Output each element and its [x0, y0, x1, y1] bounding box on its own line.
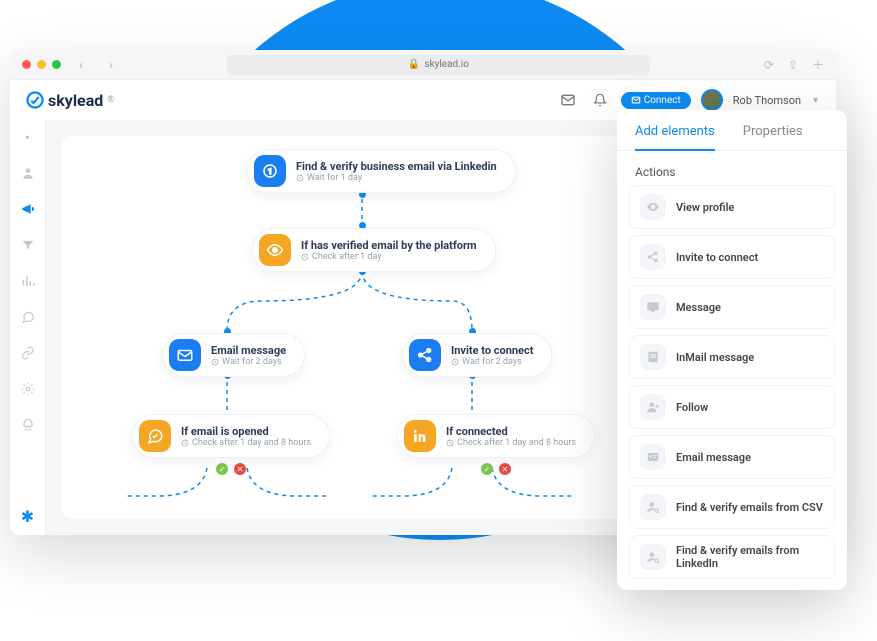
node-if-verified[interactable]: If has verified email by the platformChe…: [252, 228, 496, 272]
sidebar: • ✱: [10, 120, 46, 535]
mail-icon[interactable]: [557, 89, 579, 111]
url-text: skylead.io: [424, 59, 469, 70]
action-invite-connect[interactable]: Invite to connect: [629, 235, 835, 279]
sidebar-sparkle-icon[interactable]: ✱: [19, 507, 37, 525]
action-message[interactable]: Message: [629, 285, 835, 329]
window-close-icon[interactable]: [22, 60, 31, 69]
node-subtitle: Wait for 1 day: [296, 173, 497, 183]
action-email-message[interactable]: Email message: [629, 435, 835, 479]
yes-icon: ✓: [481, 463, 493, 475]
node-if-connected[interactable]: If connectedCheck after 1 day and 8 hour…: [397, 414, 595, 458]
lock-icon: 🔒: [408, 59, 420, 70]
url-bar[interactable]: 🔒 skylead.io: [227, 55, 650, 75]
user-search-icon: [640, 544, 666, 570]
tab-properties[interactable]: Properties: [743, 124, 803, 150]
mail-card-icon: [640, 444, 666, 470]
svg-text:1: 1: [268, 167, 272, 176]
connect-button[interactable]: Connect: [621, 92, 691, 109]
no-icon: ✕: [234, 463, 246, 475]
sidebar-rocket-icon[interactable]: [19, 416, 37, 434]
nav-forward-button[interactable]: ›: [101, 55, 121, 75]
share-icon: [409, 339, 441, 371]
add-elements-panel: Add elements Properties Actions View pro…: [617, 110, 847, 590]
envelope-icon: [169, 339, 201, 371]
node-subtitle: Check after 1 day and 8 hours: [181, 438, 311, 448]
eye-icon: [259, 234, 291, 266]
node-find-verify[interactable]: 1 Find & verify business email via Linke…: [247, 149, 516, 193]
node-title: If has verified email by the platform: [301, 239, 477, 252]
action-view-profile[interactable]: View profile: [629, 185, 835, 229]
window-min-icon[interactable]: [37, 60, 46, 69]
node-invite-connect[interactable]: Invite to connectWait for 2 days: [402, 333, 552, 377]
inmail-icon: [640, 344, 666, 370]
sidebar-filter-icon[interactable]: [19, 236, 37, 254]
user-search-icon: [640, 494, 666, 520]
user-plus-icon: [640, 394, 666, 420]
connect-label: Connect: [644, 95, 681, 106]
avatar[interactable]: [701, 89, 723, 111]
window-max-icon[interactable]: [52, 60, 61, 69]
node-subtitle: Wait for 2 days: [211, 357, 286, 367]
sidebar-dot-icon[interactable]: •: [19, 128, 37, 146]
nav-back-button[interactable]: ‹: [71, 55, 91, 75]
share-icon[interactable]: ⇪: [788, 58, 798, 72]
chevron-down-icon[interactable]: ▼: [811, 95, 820, 106]
linkedin-icon: [404, 420, 436, 452]
app-logo[interactable]: skylead®: [26, 91, 114, 110]
sidebar-megaphone-icon[interactable]: [19, 200, 37, 218]
node-subtitle: Check after 1 day and 8 hours: [446, 438, 576, 448]
sidebar-user-icon[interactable]: [19, 164, 37, 182]
action-follow[interactable]: Follow: [629, 385, 835, 429]
reload-icon[interactable]: ⟳: [764, 58, 774, 72]
bell-icon[interactable]: [589, 89, 611, 111]
user-name: Rob Thomson: [733, 94, 801, 107]
sidebar-gear-icon[interactable]: [19, 380, 37, 398]
action-verify-linkedin[interactable]: Find & verify emails from LinkedIn: [629, 535, 835, 579]
chat-icon: [640, 294, 666, 320]
node-subtitle: Wait for 2 days: [451, 357, 533, 367]
share-icon: [640, 244, 666, 270]
eye-icon: [640, 194, 666, 220]
yes-icon: ✓: [216, 463, 228, 475]
tab-add-elements[interactable]: Add elements: [635, 124, 715, 151]
node-if-opened[interactable]: If email is openedCheck after 1 day and …: [132, 414, 330, 458]
node-email-message[interactable]: Email messageWait for 2 days: [162, 333, 305, 377]
envelope-icon: [631, 95, 641, 105]
logo-icon: [26, 91, 44, 109]
node-title: If email is opened: [181, 425, 311, 438]
action-verify-csv[interactable]: Find & verify emails from CSV: [629, 485, 835, 529]
new-tab-icon[interactable]: ＋: [812, 56, 824, 73]
sidebar-chat-icon[interactable]: [19, 308, 37, 326]
node-title: Invite to connect: [451, 344, 533, 357]
browser-titlebar: ‹ › 🔒 skylead.io ⟳ ⇪ ＋: [10, 50, 836, 80]
sidebar-link-icon[interactable]: [19, 344, 37, 362]
check-chat-icon: [139, 420, 171, 452]
target-icon: 1: [254, 155, 286, 187]
node-title: Email message: [211, 344, 286, 357]
node-title: Find & verify business email via Linkedi…: [296, 160, 497, 173]
no-icon: ✕: [499, 463, 511, 475]
sidebar-chart-icon[interactable]: [19, 272, 37, 290]
action-inmail[interactable]: InMail message: [629, 335, 835, 379]
node-subtitle: Check after 1 day: [301, 252, 477, 262]
brand-text: skylead: [48, 91, 103, 110]
node-title: If connected: [446, 425, 576, 438]
panel-section-label: Actions: [617, 151, 847, 185]
